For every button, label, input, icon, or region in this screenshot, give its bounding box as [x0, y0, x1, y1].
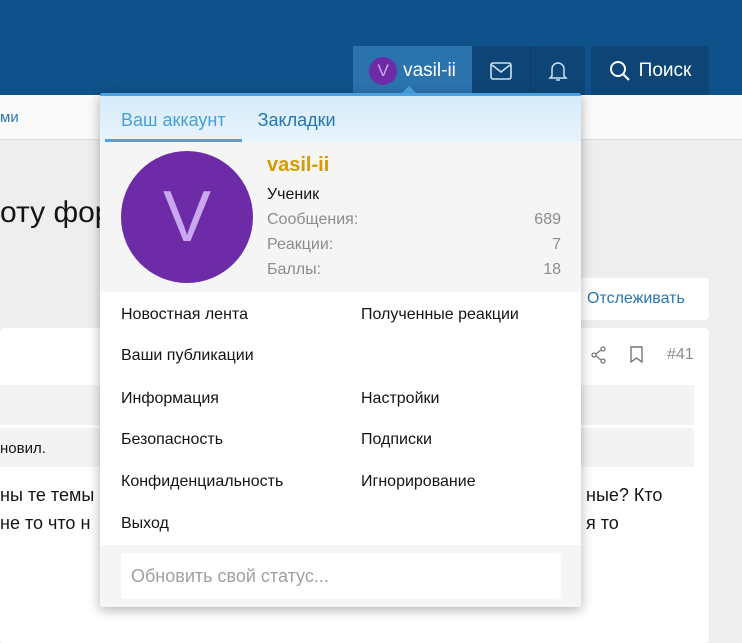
search-icon: [609, 60, 630, 81]
post-text: я то: [586, 513, 619, 533]
status-area: [100, 545, 581, 607]
user-title: Ученик: [267, 186, 320, 203]
link-info[interactable]: Информация: [121, 390, 219, 408]
link-reactions-received[interactable]: Полученные реакции: [361, 306, 519, 324]
status-input[interactable]: [121, 553, 561, 599]
stat-points: Баллы: 18: [267, 261, 561, 278]
page-title: оту фор: [0, 196, 112, 229]
link-ignoring[interactable]: Игнорирование: [361, 473, 476, 491]
post-text: ны те темы: [0, 485, 95, 505]
avatar: V: [369, 56, 398, 85]
stat-reactions: Реакции: 7: [267, 236, 561, 253]
alerts-button[interactable]: [530, 46, 585, 95]
nav-link[interactable]: ми: [0, 109, 19, 126]
share-icon[interactable]: [591, 346, 607, 364]
link-logout[interactable]: Выход: [121, 515, 169, 533]
link-your-posts[interactable]: Ваши публикации: [121, 347, 254, 365]
post-text: не то что н: [0, 513, 91, 533]
follow-button[interactable]: Отслеживать: [565, 278, 709, 320]
bell-icon: [548, 61, 568, 81]
mail-icon: [490, 61, 512, 80]
profile-summary: V vasil-ii Ученик Сообщения: 689 Реакции:…: [100, 142, 581, 292]
tab-bookmarks[interactable]: Закладки: [242, 96, 352, 142]
link-privacy[interactable]: Конфиденциальность: [121, 473, 283, 491]
post-text: ные? Кто: [586, 485, 663, 505]
bookmark-icon[interactable]: [630, 346, 643, 363]
search-label: Поиск: [638, 59, 692, 81]
link-subscriptions[interactable]: Подписки: [361, 431, 432, 449]
username-label: vasil-ii: [403, 59, 456, 81]
post-number[interactable]: #41: [667, 346, 694, 364]
tab-account[interactable]: Ваш аккаунт: [105, 96, 242, 142]
link-news-feed[interactable]: Новостная лента: [121, 306, 248, 324]
avatar[interactable]: V: [121, 151, 253, 283]
link-security[interactable]: Безопасность: [121, 431, 223, 449]
inbox-button[interactable]: [472, 46, 530, 95]
link-settings[interactable]: Настройки: [361, 390, 439, 408]
stat-messages: Сообщения: 689: [267, 211, 561, 228]
search-button[interactable]: Поиск: [591, 46, 709, 95]
profile-username[interactable]: vasil-ii: [267, 154, 329, 177]
account-menu: Ваш аккаунт Закладки V vasil-ii Ученик С…: [100, 93, 581, 607]
account-tabs: Ваш аккаунт Закладки: [100, 93, 581, 142]
